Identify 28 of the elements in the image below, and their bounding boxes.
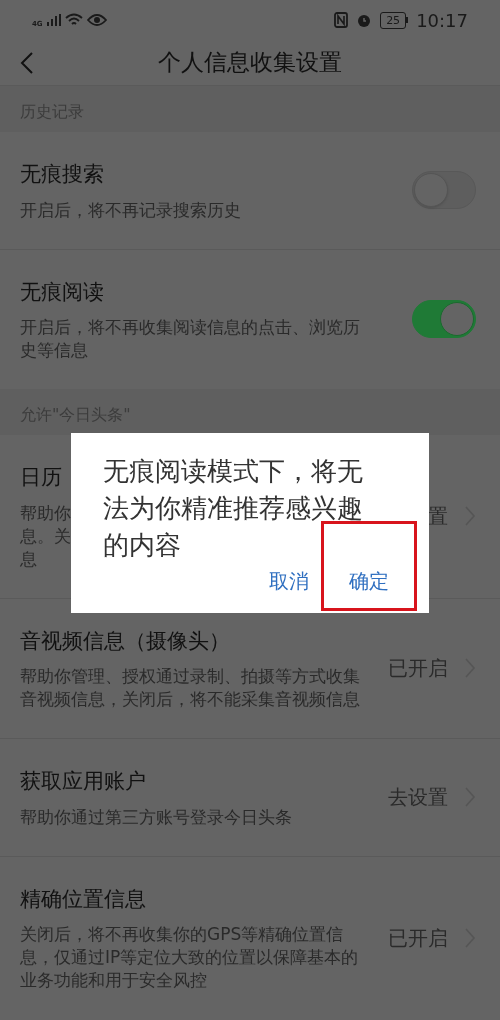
item-description: 帮助你管理、授权通过录制、拍摄等方式收集音视频信息，关闭后，将不能采集音视频信息 [20, 665, 360, 711]
item-description: 帮助你 [20, 501, 71, 525]
item-value: 置 [428, 503, 448, 531]
wifi-icon [64, 13, 83, 27]
item-title: 音视频信息（摄像头） [20, 627, 230, 655]
dialog-button[interactable]: 确定 [321, 521, 417, 611]
item-title: 无痕阅读 [20, 278, 104, 306]
item-value: 去设置 [388, 784, 448, 812]
item-description: 息。关 [20, 524, 71, 548]
item-value: 已开启 [388, 655, 448, 683]
item-description: 关闭后，将不再收集你的GPS等精确位置信息，仅通过IP等定位大致的位置以保障基本的业务功能和用于安全风控 [20, 923, 360, 992]
alarm-icon [356, 12, 373, 28]
item-description: 开启后，将不再记录搜索历史 [20, 198, 242, 222]
item-title: 日历 [20, 464, 62, 491]
item-title: 精确位置信息 [20, 885, 146, 913]
eye-icon [86, 13, 107, 27]
page-title: 个人信息收集设置 [158, 48, 342, 78]
clock-time: 10:17 [416, 8, 468, 33]
item-title: 获取应用账户 [20, 768, 146, 795]
toggle-switch[interactable] [412, 300, 476, 339]
item-description: 息 [20, 547, 37, 571]
battery-indicator: 25 [380, 11, 407, 29]
item-title: 无痕搜索 [20, 161, 104, 188]
item-description: 开启后，将不再收集阅读信息的点击、浏览历史等信息 [20, 316, 360, 362]
item-value: 已开启 [388, 924, 448, 952]
back-icon[interactable] [20, 50, 34, 75]
signal-icon [46, 14, 61, 26]
nfc-icon [334, 12, 349, 28]
